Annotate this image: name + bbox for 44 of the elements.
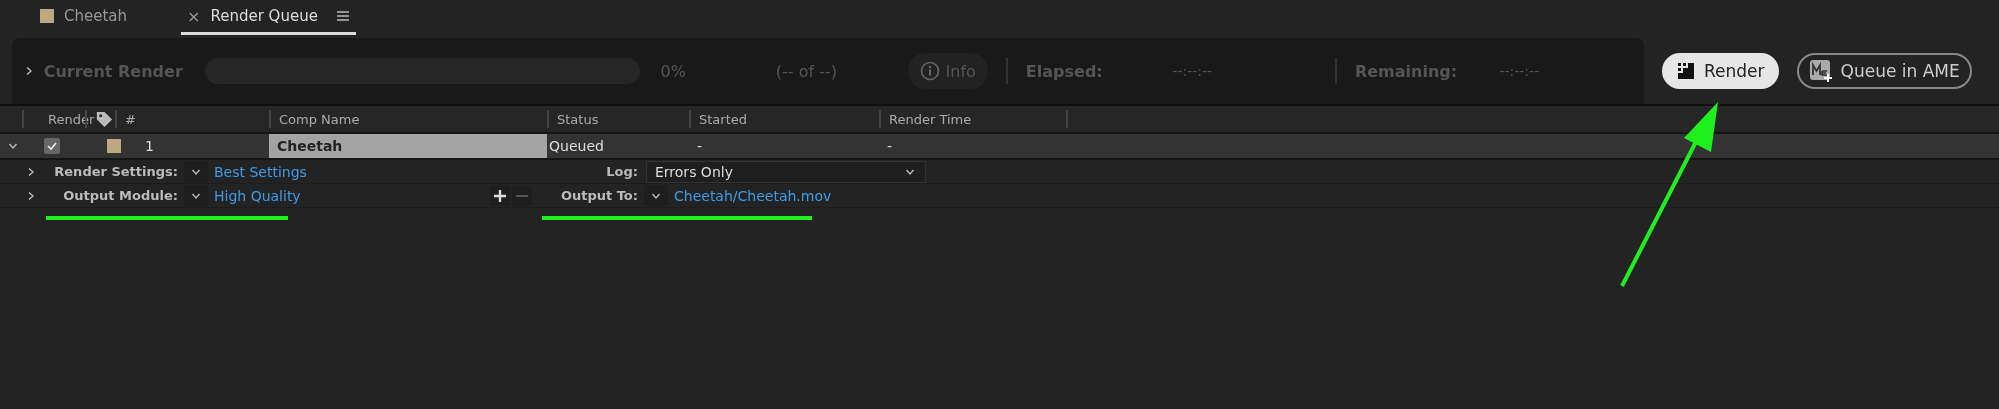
column-header[interactable]: Status	[557, 111, 599, 127]
render-button[interactable]: Render	[1662, 53, 1779, 89]
label-tag-icon[interactable]	[95, 109, 114, 129]
setting-link[interactable]: High Quality	[214, 187, 301, 204]
chevron-down-icon[interactable]	[6, 141, 20, 151]
remaining-time: --:--:--	[1499, 63, 1541, 79]
output-path-link[interactable]: Cheetah/Cheetah.mov	[674, 187, 832, 204]
setting-label: Render Settings:	[53, 164, 178, 179]
remaining-label: Remaining:	[1354, 61, 1459, 81]
setting-label: Log:	[605, 164, 638, 179]
current-render-title: Current Render	[43, 61, 184, 81]
elapsed-label: Elapsed:	[1025, 61, 1104, 81]
column-header[interactable]: Render Time	[889, 111, 972, 127]
elapsed-time: --:--:--	[1172, 63, 1214, 79]
panel-tab[interactable]: Cheetah	[34, 0, 134, 32]
table-cell: -	[697, 138, 703, 154]
media-encoder-icon	[1808, 59, 1833, 83]
dropdown-button[interactable]	[184, 161, 208, 182]
add-icon[interactable]	[490, 185, 510, 206]
column-header[interactable]: Comp Name	[279, 111, 360, 127]
column-header[interactable]: #	[125, 111, 136, 127]
table-cell: 1	[145, 138, 154, 154]
progress-percent: 0%	[660, 61, 687, 81]
menu-icon[interactable]	[335, 10, 350, 22]
table-cell: Queued	[549, 138, 604, 154]
render-count: (-- of --)	[775, 61, 838, 81]
comp-swatch-icon	[107, 139, 121, 153]
info-icon	[919, 61, 940, 81]
setting-link[interactable]: Best Settings	[214, 163, 307, 180]
render-icon	[1676, 61, 1696, 81]
log-dropdown[interactable]: Errors Only	[646, 160, 926, 183]
panel-tab[interactable]: × Render Queue	[181, 0, 356, 35]
table-cell: -	[887, 138, 893, 154]
column-header[interactable]: Render	[48, 111, 95, 127]
queue-in-ame-button[interactable]: Queue in AME	[1796, 53, 1972, 89]
comp-swatch-icon	[40, 9, 54, 23]
dropdown-button[interactable]	[644, 185, 668, 206]
column-header[interactable]: Started	[699, 111, 747, 127]
setting-label: Output Module:	[62, 188, 178, 203]
dropdown-button[interactable]	[184, 185, 208, 206]
render-checkbox[interactable]	[44, 138, 60, 154]
close-icon[interactable]: ×	[187, 6, 201, 26]
comp-name-cell[interactable]: Cheetah	[269, 134, 547, 158]
setting-label: Output To:	[559, 188, 638, 203]
